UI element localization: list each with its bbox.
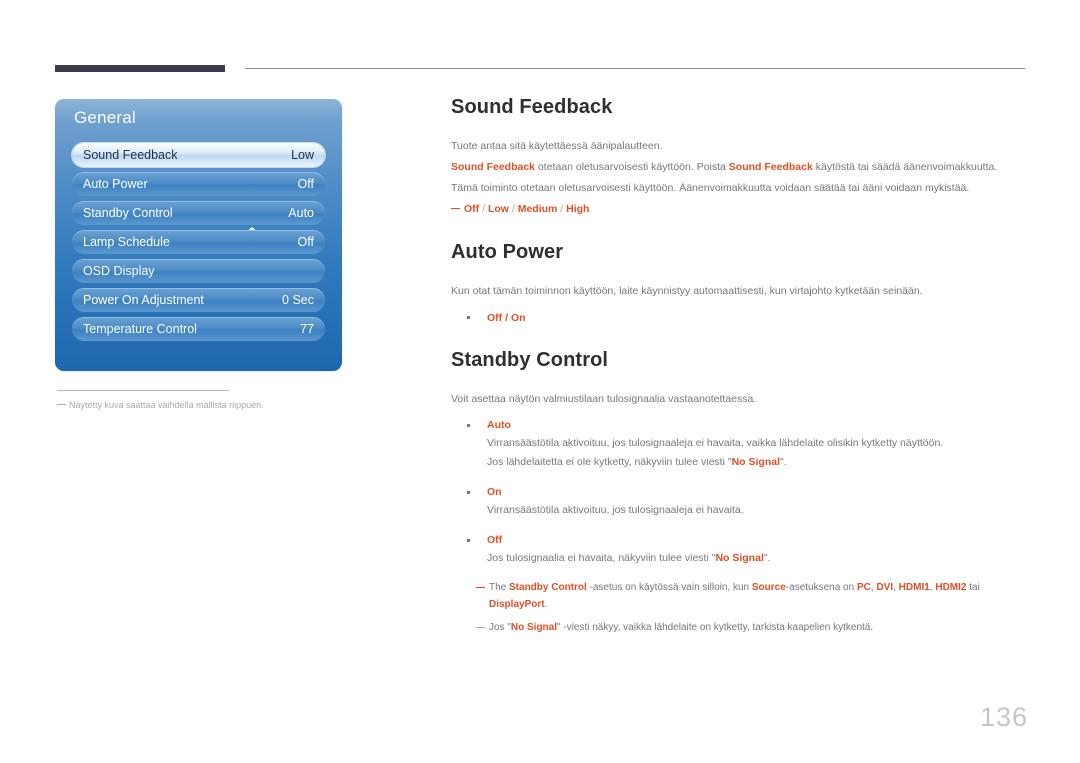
standby-note-1-p1: The: [489, 582, 510, 593]
osd-panel-title: General: [74, 108, 136, 127]
option-high: High: [566, 203, 590, 215]
standby-note-1-cont-post: .: [544, 599, 548, 610]
inline-term-no-signal: No Signal: [510, 622, 558, 633]
section-title-standby-control: Standby Control: [451, 349, 609, 371]
inline-term-pc: PC: [856, 582, 871, 593]
inline-term-displayport: DisplayPort: [489, 599, 545, 610]
inline-term-no-signal: No Signal: [731, 456, 780, 468]
inline-term-no-signal: No Signal: [715, 552, 764, 564]
osd-row-value: 77: [300, 322, 314, 336]
dash-icon: [451, 208, 460, 209]
dash-icon: [476, 627, 485, 628]
option-auto-desc-2: Jos lähdelaitetta ei ole kytketty, näkyv…: [487, 453, 1026, 472]
option-auto: Auto: [487, 419, 511, 431]
option-off: Off: [464, 203, 480, 215]
standby-control-notes: The Standby Control -asetus on käytössä …: [451, 579, 1026, 636]
osd-row-label: Auto Power: [83, 177, 148, 191]
osd-row-label: Standby Control: [83, 206, 173, 220]
osd-row-lamp-schedule[interactable]: Lamp Schedule Off: [72, 230, 325, 254]
osd-row-auto-power[interactable]: Auto Power Off: [72, 172, 325, 196]
osd-menu-panel: General Sound Feedback Low Auto Power Off St…: [55, 99, 342, 371]
standby-note-1-p4: tai: [966, 582, 980, 593]
list-item: Off Jos tulosignaalia ei havaita, näkyvi…: [451, 531, 1026, 568]
header-accent-bar: [55, 65, 225, 72]
sound-feedback-line-2: Sound Feedback otetaan oletusarvoisesti …: [451, 157, 1026, 177]
standby-note-1: The Standby Control -asetus on käytössä …: [476, 579, 1026, 613]
option-auto-desc-2-post: ".: [780, 456, 787, 468]
option-low: Low: [487, 203, 509, 215]
osd-menu-list: Sound Feedback Low Auto Power Off Standby Co…: [72, 143, 325, 346]
footnote-label: Näytetty kuva saattaa vaihdella mallista…: [69, 400, 264, 410]
auto-power-line-1: Kun otat tämän toiminnon käyttöön, laite…: [451, 285, 923, 297]
osd-row-label: Lamp Schedule: [83, 235, 170, 249]
inline-term-dvi: DVI: [876, 582, 894, 593]
section-standby-control: Standby Control Voit asettaa näytön valm…: [451, 349, 1026, 636]
page-number: 136: [979, 702, 1028, 732]
option-on: On: [487, 486, 502, 498]
list-item: Auto Virransäästötila aktivoituu, jos tu…: [451, 416, 1026, 472]
osd-row-label: Sound Feedback: [83, 148, 178, 162]
osd-row-value: Low: [291, 148, 314, 162]
standby-note-1-p3: -asetuksena on: [785, 582, 857, 593]
inline-term-sound-feedback-b: Sound Feedback: [728, 161, 813, 173]
osd-row-temperature-control[interactable]: Temperature Control 77: [72, 317, 325, 341]
osd-row-power-on-adjustment[interactable]: Power On Adjustment 0 Sec: [72, 288, 325, 312]
option-medium: Medium: [517, 203, 558, 215]
standby-control-line-1: Voit asettaa näytön valmiustilaan tulosi…: [451, 393, 757, 405]
osd-row-standby-control[interactable]: Standby Control Auto: [72, 201, 325, 225]
osd-row-value: Off: [297, 177, 314, 191]
section-auto-power: Auto Power Kun otat tämän toiminnon käyt…: [451, 241, 1026, 327]
standby-note-1-p2: -asetus on käytössä vain silloin, kun: [586, 582, 752, 593]
standby-note-2: Jos "No Signal" -viesti näkyy, vaikka lä…: [476, 619, 1026, 636]
inline-term-source: Source: [751, 582, 786, 593]
standby-note-2-p1: Jos ": [489, 622, 511, 633]
sound-feedback-options: Off / Low / Medium / High: [451, 200, 1026, 219]
osd-row-value: Off: [297, 235, 314, 249]
dash-icon: [476, 587, 485, 588]
list-item: On Virransäästötila aktivoituu, jos tulo…: [451, 483, 1026, 520]
footnote-text: Näytetty kuva saattaa vaihdella mallista…: [57, 400, 347, 410]
header-thin-line: [245, 68, 1025, 69]
inline-term-hdmi1: HDMI1: [898, 582, 930, 593]
header-rule: [55, 64, 1025, 73]
osd-row-osd-display[interactable]: OSD Display: [72, 259, 325, 283]
footnote-dash-icon: [57, 404, 66, 405]
section-title-auto-power: Auto Power: [451, 241, 564, 263]
sound-feedback-line-1: Tuote antaa sitä käytettäessä äänipalaut…: [451, 140, 663, 152]
osd-row-label: Temperature Control: [83, 322, 197, 336]
option-off: Off: [487, 534, 503, 546]
sound-feedback-line-2-mid: otetaan oletusarvoisesti käyttöön. Poist…: [535, 161, 729, 173]
standby-note-1-continuation: DisplayPort.: [489, 596, 1026, 613]
content-column: Sound Feedback Tuote antaa sitä käytettä…: [451, 96, 1026, 636]
osd-row-label: OSD Display: [83, 264, 155, 278]
osd-row-value: 0 Sec: [282, 293, 314, 307]
option-on: On: [510, 312, 526, 324]
standby-control-options-list: Auto Virransäästötila aktivoituu, jos tu…: [451, 416, 1026, 568]
inline-term-sound-feedback-a: Sound Feedback: [451, 161, 536, 173]
osd-row-value: Auto: [288, 206, 314, 220]
standby-note-2-p2: " -viesti näkyy, vaikka lähdelaite on ky…: [557, 622, 874, 633]
page-title: Sound Feedback: [451, 96, 613, 118]
section-sound-feedback: Sound Feedback Tuote antaa sitä käytettä…: [451, 96, 1026, 219]
osd-row-sound-feedback[interactable]: Sound Feedback Low: [72, 143, 325, 167]
sound-feedback-line-3: Tämä toiminto otetaan oletusarvoisesti k…: [451, 182, 970, 194]
option-off-desc-1: Jos tulosignaalia ei havaita, näkyviin t…: [487, 549, 1026, 568]
option-auto-desc-1: Virransäästötila aktivoituu, jos tulosig…: [487, 437, 944, 449]
option-on-desc-1: Virransäästötila aktivoituu, jos tulosig…: [487, 504, 744, 516]
panel-footnote: Näytetty kuva saattaa vaihdella mallista…: [57, 390, 347, 410]
inline-term-standby-control: Standby Control: [509, 582, 587, 593]
auto-power-options-list: Off / On: [451, 308, 1026, 327]
option-auto-desc-2-pre: Jos lähdelaitetta ei ole kytketty, näkyv…: [487, 456, 732, 468]
osd-row-label: Power On Adjustment: [83, 293, 204, 307]
sound-feedback-line-2-end: käytöstä tai säädä äänenvoimakkuutta.: [812, 161, 998, 173]
list-item: Off / On: [451, 308, 1026, 327]
inline-term-hdmi2: HDMI2: [935, 582, 967, 593]
footnote-divider: [57, 390, 229, 391]
option-off-desc-1-post: ".: [763, 552, 771, 564]
option-off-desc-1-pre: Jos tulosignaalia ei havaita, näkyviin t…: [487, 552, 716, 564]
option-off: Off: [487, 312, 503, 324]
